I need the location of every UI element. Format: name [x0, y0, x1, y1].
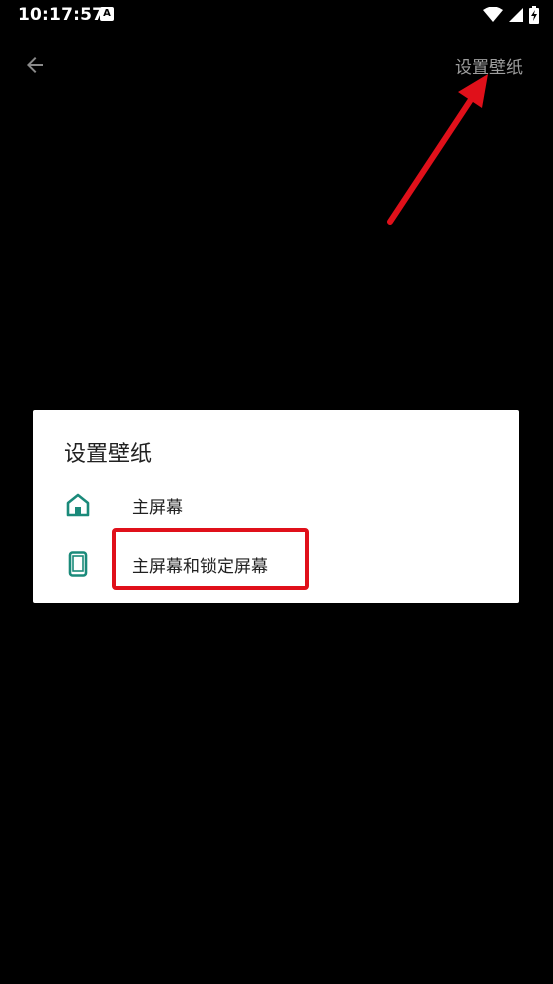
wifi-icon [483, 7, 503, 22]
set-wallpaper-action[interactable]: 设置壁纸 [455, 53, 523, 78]
home-icon [65, 492, 91, 518]
option-home-and-lock-screen[interactable]: 主屏幕和锁定屏幕 [33, 535, 519, 593]
option-home-label: 主屏幕 [132, 498, 183, 518]
status-time: 10:17:57 [18, 5, 105, 25]
signal-icon [509, 8, 523, 22]
option-home-screen[interactable]: 主屏幕 [33, 476, 519, 534]
notification-a-icon: A [100, 7, 114, 21]
option-home-and-lock-label: 主屏幕和锁定屏幕 [132, 557, 268, 577]
set-wallpaper-dialog: 设置壁纸 主屏幕 主屏幕和锁定屏幕 [33, 410, 519, 603]
status-icons [483, 5, 539, 25]
phone-icon [65, 551, 91, 577]
back-button[interactable] [18, 48, 52, 82]
arrow-left-icon [27, 57, 43, 73]
status-bar: 10:17:57 A [0, 0, 553, 32]
dialog-title: 设置壁纸 [64, 442, 153, 467]
battery-charging-icon [529, 6, 539, 24]
